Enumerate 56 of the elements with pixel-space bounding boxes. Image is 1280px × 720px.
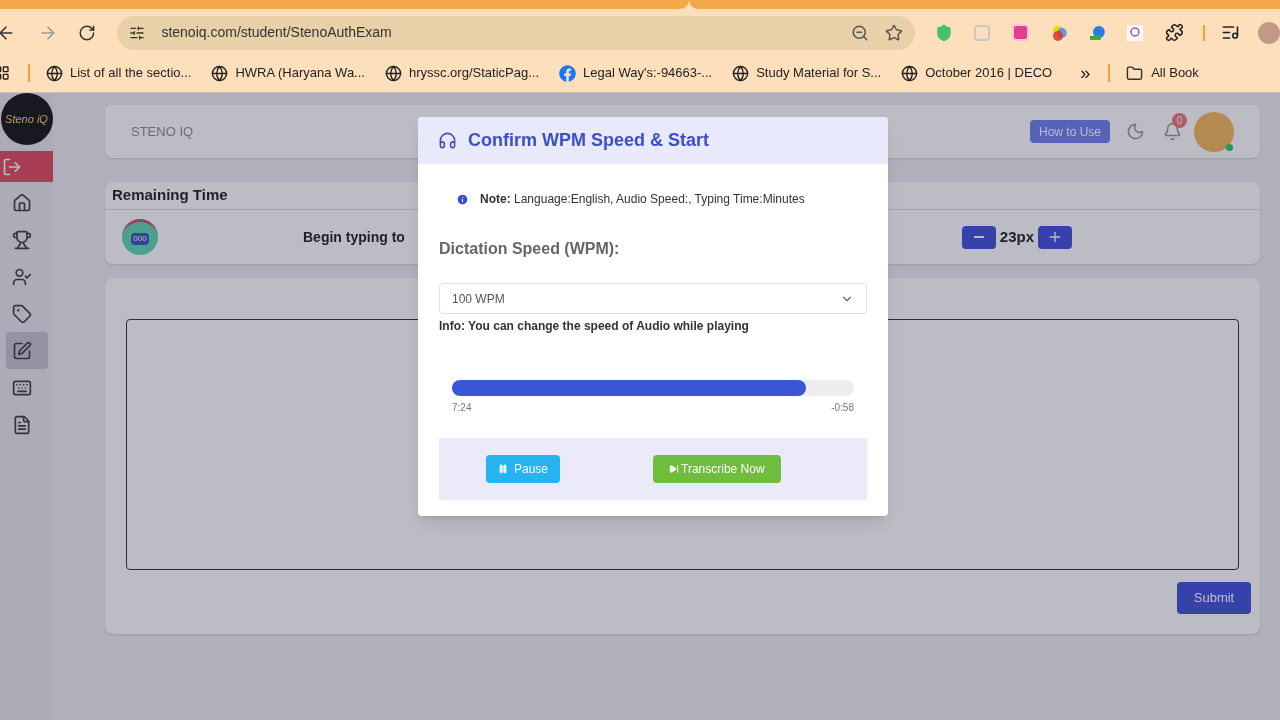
- minus-icon: [973, 236, 984, 238]
- submit-button[interactable]: Submit: [1177, 582, 1251, 614]
- bookmark-item[interactable]: October 2016 | DECO: [901, 63, 1053, 83]
- home-icon: [11, 192, 32, 213]
- tag-icon: [11, 303, 32, 324]
- headphones-icon: [438, 131, 457, 150]
- globe-icon: [732, 64, 750, 82]
- more-bookmarks-chevron[interactable]: »: [1080, 64, 1091, 82]
- speed-select[interactable]: 100 WPM: [439, 283, 867, 314]
- color-circles-icon[interactable]: [1051, 23, 1069, 42]
- logout-button[interactable]: [0, 151, 53, 182]
- site-settings-icon[interactable]: [129, 24, 146, 41]
- plus-icon: [1047, 229, 1063, 245]
- bookmark-item[interactable]: hryssc.org/StaticPag...: [384, 63, 539, 83]
- url-text: stenoiq.com/student/StenoAuthExam: [161, 23, 392, 42]
- skip-forward-icon: [669, 464, 680, 474]
- folder-icon: [1126, 64, 1144, 82]
- elapsed-time: 7:24: [452, 401, 472, 415]
- facebook-icon: [559, 64, 576, 82]
- extensions-icon[interactable]: [1164, 23, 1184, 42]
- bookmark-star-icon[interactable]: [884, 23, 903, 42]
- timer-display: 000: [131, 232, 149, 245]
- reload-icon[interactable]: [77, 23, 96, 42]
- font-size-value: 23px: [999, 226, 1034, 247]
- speed-label: Dictation Speed (WPM):: [439, 239, 621, 259]
- typing-instruction: Begin typing to: [303, 227, 405, 247]
- logout-icon: [2, 156, 22, 177]
- bookmark-item[interactable]: Legal Way's:-94663-...: [559, 63, 713, 83]
- globe-icon: [46, 64, 63, 82]
- note-text: Note: Language:English, Audio Speed:, Typing Time:Minutes: [480, 191, 805, 208]
- user-check-icon: [11, 266, 32, 287]
- steno-logo: Steno iQ: [0, 93, 53, 145]
- decrease-font-button[interactable]: [961, 225, 996, 249]
- remaining-time-title: Remaining Time: [112, 185, 228, 206]
- bookmark-item[interactable]: Study Material for S...: [732, 63, 882, 83]
- remaining-time: -0:58: [831, 401, 854, 415]
- increase-font-button[interactable]: [1038, 225, 1072, 249]
- globe-icon: [384, 64, 402, 82]
- edit-icon: [11, 340, 32, 361]
- brand-text: STENO IQ: [131, 122, 194, 141]
- speed-value: 100 WPM: [452, 290, 505, 308]
- media-control-icon[interactable]: [1221, 23, 1241, 42]
- address-bar[interactable]: stenoiq.com/student/StenoAuthExam: [117, 15, 915, 50]
- bookmark-item[interactable]: HWRA (Haryana Wa...: [211, 63, 365, 83]
- globe-icon: [901, 64, 919, 82]
- info-text: Info: You can change the speed of Audio while playing: [439, 318, 750, 335]
- pause-icon: [498, 464, 508, 474]
- all-bookmarks-link[interactable]: All Book: [1151, 63, 1199, 83]
- dialog-title: Confirm WPM Speed & Start: [468, 129, 709, 152]
- sidebar-item[interactable]: [5, 332, 48, 369]
- notification-badge: 0: [1172, 113, 1187, 128]
- zoom-out-icon[interactable]: [850, 23, 869, 42]
- bookmark-item[interactable]: List of all the sectio...: [46, 63, 192, 83]
- globe-icon: [211, 64, 229, 82]
- info-icon: [456, 192, 469, 206]
- trophy-icon: [11, 229, 32, 250]
